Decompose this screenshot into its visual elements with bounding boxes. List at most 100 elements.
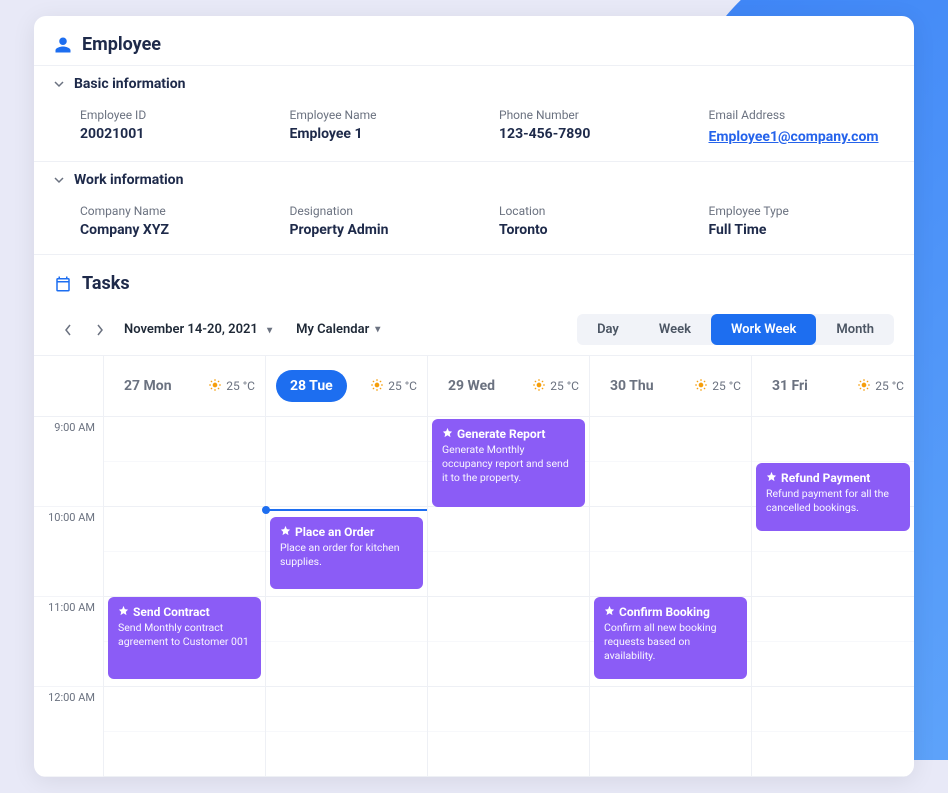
day-label: 30 Thu [600, 372, 664, 400]
star-icon [604, 605, 615, 619]
event-title: Place an Order [295, 525, 374, 539]
day-column[interactable]: Place an Order Place an order for kitchen… [266, 417, 428, 777]
calendar-icon [54, 275, 72, 293]
calendar-event[interactable]: Generate Report Generate Monthly occupanc… [432, 419, 585, 507]
field-value: Property Admin [290, 222, 476, 238]
day-label: 28 Tue [276, 370, 347, 402]
event-description: Place an order for kitchen supplies. [280, 541, 413, 569]
field-value: Toronto [499, 222, 685, 238]
email-link[interactable]: Employee1@company.com [709, 129, 879, 145]
temperature: 25 °C [226, 379, 255, 393]
star-icon [442, 427, 453, 441]
day-header: 29 Wed25 °C [428, 356, 590, 416]
day-column[interactable]: Send Contract Send Monthly contract agree… [104, 417, 266, 777]
weather-badge: 25 °C [532, 378, 579, 395]
view-day-button[interactable]: Day [577, 314, 639, 345]
calendar-event[interactable]: Send Contract Send Monthly contract agree… [108, 597, 261, 679]
basic-info-header[interactable]: Basic information [34, 65, 914, 102]
field-value: 123-456-7890 [499, 126, 685, 142]
day-header: 31 Fri 25 °C [752, 356, 914, 416]
field-label: Designation [290, 204, 476, 218]
temperature: 25 °C [875, 379, 904, 393]
work-info-header[interactable]: Work information [34, 161, 914, 198]
weather-badge: 25 °C [857, 378, 904, 395]
calendar-select-label: My Calendar [296, 322, 369, 337]
field-value: Employee 1 [290, 126, 476, 142]
event-description: Generate Monthly occupancy report and se… [442, 443, 575, 486]
field-label: Email Address [709, 108, 895, 122]
calendar-select[interactable]: My Calendar ▾ [296, 322, 380, 337]
event-title: Generate Report [457, 427, 545, 441]
field-label: Employee Name [290, 108, 476, 122]
field-value: Company XYZ [80, 222, 266, 238]
day-column[interactable]: Confirm Booking Confirm all new booking r… [590, 417, 752, 777]
view-week-button[interactable]: Week [639, 314, 711, 345]
chevron-down-icon [54, 79, 64, 89]
chevron-down-icon: ▾ [267, 325, 272, 336]
basic-info-title: Basic information [74, 76, 186, 92]
tasks-title: Tasks [82, 273, 130, 294]
field-label: Location [499, 204, 685, 218]
field-company: Company Name Company XYZ [80, 204, 266, 238]
calendar: 27 Mon25 °C28 Tue25 °C29 Wed25 °C30 Thu2… [34, 355, 914, 777]
view-toggle: Day Week Work Week Month [577, 314, 894, 345]
event-description: Confirm all new booking requests based o… [604, 621, 737, 664]
day-header: 30 Thu 25 °C [590, 356, 752, 416]
calendar-body: 9:00 AM10:00 AM11:00 AM12:00 AM Send Con… [34, 417, 914, 777]
time-gutter-head [34, 356, 104, 416]
star-icon [280, 525, 291, 539]
weather-badge: 25 °C [370, 378, 417, 395]
temperature: 25 °C [388, 379, 417, 393]
employee-card: Employee Basic information Employee ID 2… [34, 16, 914, 777]
page-title: Employee [82, 34, 161, 55]
temperature: 25 °C [712, 379, 741, 393]
field-label: Company Name [80, 204, 266, 218]
field-label: Employee Type [709, 204, 895, 218]
date-range-label: November 14-20, 2021 [124, 322, 258, 337]
time-slot-label: 11:00 AM [34, 597, 103, 687]
star-icon [766, 471, 777, 485]
event-title: Refund Payment [781, 471, 870, 485]
event-title: Send Contract [133, 605, 210, 619]
tasks-toolbar: November 14-20, 2021 ▾ My Calendar ▾ Day… [34, 304, 914, 355]
chevron-down-icon [54, 175, 64, 185]
field-employee-type: Employee Type Full Time [709, 204, 895, 238]
event-title: Confirm Booking [619, 605, 710, 619]
field-designation: Designation Property Admin [290, 204, 476, 238]
sun-icon [532, 378, 546, 395]
calendar-event[interactable]: Place an Order Place an order for kitchen… [270, 517, 423, 589]
prev-button[interactable] [54, 316, 82, 344]
user-icon [54, 36, 72, 54]
calendar-event[interactable]: Confirm Booking Confirm all new booking r… [594, 597, 747, 679]
next-button[interactable] [86, 316, 114, 344]
day-label: 31 Fri [762, 372, 818, 400]
star-icon [118, 605, 129, 619]
work-info-title: Work information [74, 172, 183, 188]
day-column[interactable]: Refund PaymentRefund payment for all the… [752, 417, 914, 777]
calendar-event[interactable]: Refund PaymentRefund payment for all the… [756, 463, 910, 531]
calendar-header-row: 27 Mon25 °C28 Tue25 °C29 Wed25 °C30 Thu2… [34, 356, 914, 417]
time-slot-label: 10:00 AM [34, 507, 103, 597]
day-column[interactable]: Generate Report Generate Monthly occupanc… [428, 417, 590, 777]
date-range-picker[interactable]: November 14-20, 2021 ▾ [124, 322, 272, 337]
field-value: Full Time [709, 222, 895, 238]
basic-info-grid: Employee ID 20021001 Employee Name Emplo… [34, 102, 914, 161]
weather-badge: 25 °C [208, 378, 255, 395]
field-email: Email Address Employee1@company.com [709, 108, 895, 145]
employee-header: Employee [34, 16, 914, 65]
event-description: Send Monthly contract agreement to Custo… [118, 621, 251, 649]
sun-icon [857, 378, 871, 395]
tasks-header: Tasks [34, 255, 914, 304]
view-workweek-button[interactable]: Work Week [711, 314, 816, 345]
day-header: 27 Mon25 °C [104, 356, 266, 416]
time-slot-label: 9:00 AM [34, 417, 103, 507]
sun-icon [208, 378, 222, 395]
temperature: 25 °C [550, 379, 579, 393]
field-label: Phone Number [499, 108, 685, 122]
weather-badge: 25 °C [694, 378, 741, 395]
field-phone: Phone Number 123-456-7890 [499, 108, 685, 145]
chevron-down-icon: ▾ [375, 324, 380, 335]
day-header: 28 Tue 25 °C [266, 356, 428, 416]
field-location: Location Toronto [499, 204, 685, 238]
view-month-button[interactable]: Month [816, 314, 894, 345]
